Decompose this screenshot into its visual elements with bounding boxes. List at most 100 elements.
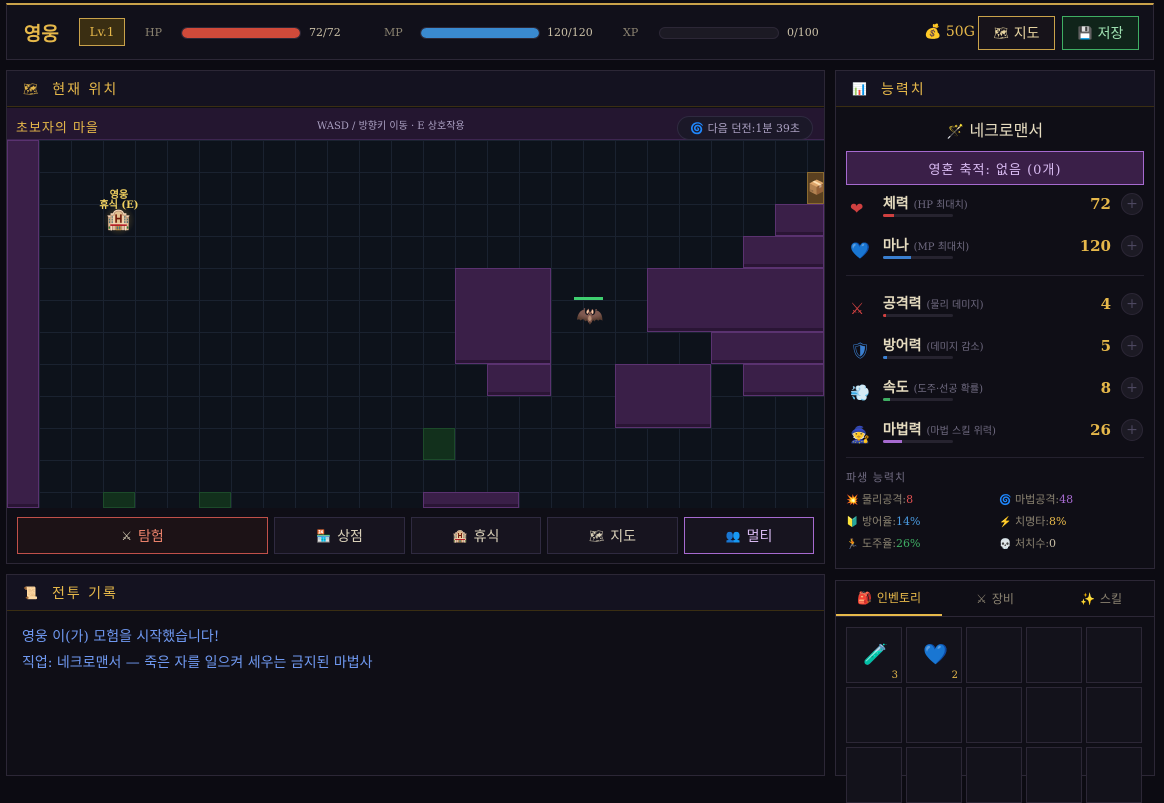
- stat-increase-button[interactable]: +: [1121, 335, 1143, 357]
- map-wall: [487, 364, 551, 396]
- vortex-icon: 🌀: [689, 121, 704, 135]
- inventory-slot[interactable]: [1026, 747, 1082, 803]
- tab-skills[interactable]: ✨ 스킬: [1048, 581, 1154, 616]
- rest-button[interactable]: 🏨 휴식: [411, 517, 541, 554]
- derived-stat-label: 마법공격:: [1014, 493, 1060, 506]
- shop-button[interactable]: 🏪 상점: [274, 517, 405, 554]
- gold-amount: 50G: [945, 24, 975, 40]
- tab-skills-label: 스킬: [1099, 592, 1123, 606]
- stats-panel-title: 능력치: [880, 81, 926, 98]
- stat-increase-button[interactable]: +: [1121, 377, 1143, 399]
- multiplayer-button[interactable]: 👥 멀티: [684, 517, 814, 554]
- derived-stat-label: 방어율:: [861, 515, 897, 528]
- inventory-slot[interactable]: 🧪 3: [846, 627, 902, 683]
- inventory-slot[interactable]: [1086, 687, 1142, 743]
- stat-row: 🧙 마법력 (마법 스킬 위력) 26 +: [850, 419, 1145, 455]
- inventory-tabs: 🎒 인벤토리 ⚔ 장비 ✨ 스킬: [836, 581, 1154, 617]
- divider: [846, 275, 1144, 276]
- explore-button[interactable]: ⚔ 탐험: [17, 517, 268, 554]
- inventory-slot[interactable]: 💙 2: [906, 627, 962, 683]
- map-button-label: 지도: [1013, 26, 1040, 42]
- crate-icon[interactable]: 📦: [807, 172, 824, 204]
- stats-panel-header: 📊 능력치: [836, 71, 1154, 107]
- inventory-slot[interactable]: [966, 747, 1022, 803]
- wind-icon: 💨: [850, 383, 870, 402]
- stat-value: 4: [1100, 295, 1111, 313]
- inventory-slot[interactable]: [966, 687, 1022, 743]
- location-panel-header: 🗺 현재 위치: [7, 71, 824, 107]
- stat-level-bar: [883, 256, 953, 259]
- map-wall: [7, 140, 39, 508]
- map-wall: [775, 204, 824, 236]
- derived-stat-label: 도주율:: [861, 537, 897, 550]
- derived-stat: 🔰 방어율:14%: [846, 513, 920, 529]
- hero-name: 영웅: [24, 23, 59, 45]
- inventory-slot[interactable]: [1026, 627, 1082, 683]
- derived-stats-title: 파생 능력치: [846, 471, 907, 484]
- stat-row: ❤ 체력 (HP 최대치) 72 +: [850, 193, 1145, 229]
- stat-name: 속도 (도주·선공 확률): [883, 380, 984, 396]
- mp-value: 120/120: [547, 26, 593, 39]
- map-icon: 🗺: [589, 528, 605, 543]
- inventory-slot[interactable]: [1026, 687, 1082, 743]
- inventory-slot[interactable]: [846, 747, 902, 803]
- blue-heart-icon: 💙: [923, 642, 948, 666]
- potion-icon: 🧪: [863, 642, 888, 666]
- inventory-slot[interactable]: [906, 687, 962, 743]
- gold-display: 💰 50G: [924, 24, 975, 40]
- multiplayer-button-label: 멀티: [746, 528, 773, 545]
- map-action-button[interactable]: 🗺 지도: [547, 517, 678, 554]
- town-name: 초보자의 마을: [16, 121, 99, 136]
- xp-bar: [659, 27, 779, 39]
- skull-icon: 💀: [999, 539, 1012, 550]
- save-button[interactable]: 💾 저장: [1062, 16, 1139, 50]
- hp-label: HP: [145, 26, 162, 39]
- derived-stat: 🏃 도주율:26%: [846, 535, 920, 551]
- tab-inventory-label: 인벤토리: [876, 591, 922, 605]
- rest-button-label: 휴식: [473, 528, 500, 545]
- stat-level-bar: [883, 398, 953, 401]
- inventory-slot[interactable]: [846, 687, 902, 743]
- inventory-slot[interactable]: [966, 627, 1022, 683]
- stat-row: ⚔ 공격력 (물리 데미지) 4 +: [850, 293, 1145, 329]
- log-line: 직업: 네크로맨서 — 죽은 자를 일으켜 세우는 금지된 마법사: [22, 655, 373, 671]
- derived-stat: ⚡ 치명타:8%: [999, 513, 1066, 529]
- map-wall: [711, 332, 824, 364]
- tab-inventory[interactable]: 🎒 인벤토리: [836, 581, 942, 616]
- xp-label: XP: [623, 26, 639, 39]
- map-button[interactable]: 🗺 지도: [978, 16, 1055, 50]
- stat-level-bar: [883, 440, 953, 443]
- floppy-icon: 💾: [1077, 26, 1093, 40]
- stat-increase-button[interactable]: +: [1121, 193, 1143, 215]
- soul-stack-badge: 영혼 축적: 없음 (0개): [846, 151, 1144, 185]
- inventory-slot[interactable]: [1086, 747, 1142, 803]
- log-line: 영웅 이(가) 모험을 시작했습니다!: [22, 629, 220, 645]
- backpack-icon: 🎒: [856, 590, 872, 605]
- stat-name: 체력 (HP 최대치): [883, 196, 968, 212]
- crossed-swords-icon: ⚔: [976, 591, 987, 606]
- stat-increase-button[interactable]: +: [1121, 235, 1143, 257]
- inventory-slot[interactable]: [906, 747, 962, 803]
- inventory-slot[interactable]: [1086, 627, 1142, 683]
- battle-log-content: 영웅 이(가) 모험을 시작했습니다! 직업: 네크로맨서 — 죽은 자를 일으…: [7, 611, 824, 689]
- blue-heart-icon: 💙: [850, 241, 870, 260]
- tab-equipment[interactable]: ⚔ 장비: [942, 581, 1048, 616]
- map-wall: [615, 364, 711, 428]
- location-panel-title: 현재 위치: [52, 81, 119, 98]
- game-map[interactable]: 📦 🏨 영웅 휴식 (E) 🦇: [7, 140, 824, 508]
- sparkles-icon: ✨: [1079, 591, 1095, 606]
- next-dungeon-text: 다음 던전:1분 39초: [707, 122, 801, 135]
- item-quantity: 3: [891, 670, 898, 681]
- top-status-bar: 영웅 Lv.1 HP 72/72 MP 120/120 XP 0/100 💰 5…: [6, 3, 1154, 60]
- shield-badge-icon: 🔰: [846, 517, 859, 528]
- derived-stat: 🌀 마법공격:48: [999, 491, 1073, 507]
- save-button-label: 저장: [1097, 26, 1124, 42]
- derived-stat-value: 8%: [1049, 515, 1067, 528]
- stat-name: 공격력 (물리 데미지): [883, 296, 984, 312]
- stat-increase-button[interactable]: +: [1121, 293, 1143, 315]
- stat-level-bar: [883, 356, 953, 359]
- derived-stat-value: 48: [1059, 493, 1074, 506]
- map-wall: [647, 268, 824, 332]
- shop-button-label: 상점: [337, 528, 363, 545]
- stat-increase-button[interactable]: +: [1121, 419, 1143, 441]
